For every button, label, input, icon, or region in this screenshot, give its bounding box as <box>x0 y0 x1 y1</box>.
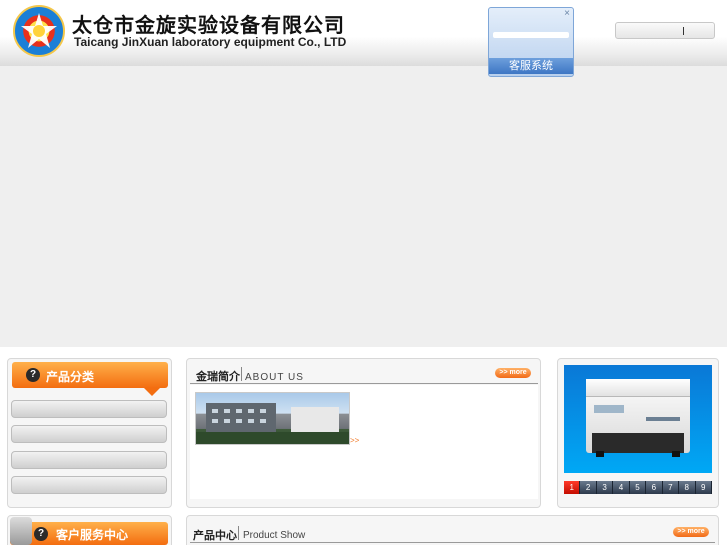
category-item[interactable] <box>11 451 167 469</box>
company-logo-icon[interactable] <box>13 5 65 57</box>
company-building-photo[interactable] <box>195 392 350 445</box>
service-title: 客户服务中心 <box>56 528 129 542</box>
pager-item[interactable]: 5 <box>629 481 647 494</box>
pager-item[interactable]: 3 <box>596 481 614 494</box>
service-header[interactable]: ? 客户服务中心 <box>10 517 168 545</box>
products-title-cn: 产品中心 <box>193 529 237 542</box>
customer-service-widget[interactable]: × 客服系统 <box>488 7 574 77</box>
category-header: ? 产品分类 <box>12 362 168 396</box>
about-more-button[interactable]: >> more <box>495 368 531 378</box>
phone-icon <box>10 517 32 545</box>
about-title-en: ABOUT US <box>245 372 304 383</box>
products-title-en: Product Show <box>243 530 306 541</box>
pager-item[interactable]: 8 <box>679 481 696 494</box>
category-item[interactable] <box>11 476 167 494</box>
building-shape <box>206 403 276 433</box>
pager-item[interactable]: 1 <box>564 481 581 494</box>
company-name-cn: 太仓市金旋实验设备有限公司 <box>72 13 345 37</box>
about-title-cn: 金瑞简介 <box>196 370 240 383</box>
title-underline <box>190 542 715 543</box>
site-header: 太仓市金旋实验设备有限公司 Taicang JinXuan laboratory… <box>0 0 727 66</box>
category-panel: ? 产品分类 <box>7 358 172 508</box>
customer-service-label[interactable]: 客服系统 <box>489 58 573 74</box>
pager-item[interactable]: 9 <box>695 481 712 494</box>
pager-item[interactable]: 6 <box>646 481 663 494</box>
title-underline <box>190 383 538 384</box>
pager-item[interactable]: 2 <box>580 481 597 494</box>
slide-pager: 1 2 3 4 5 6 7 8 9 <box>564 481 712 494</box>
company-name-en: Taicang JinXuan laboratory equipment Co.… <box>74 35 347 49</box>
close-icon[interactable]: × <box>564 9 570 19</box>
double-arrow-icon: >> <box>350 436 360 445</box>
trees-shape <box>196 432 349 444</box>
category-item[interactable] <box>11 400 167 418</box>
product-photo[interactable] <box>564 365 712 473</box>
pager-item[interactable]: 7 <box>662 481 680 494</box>
question-icon: ? <box>26 368 40 382</box>
building-shape <box>291 407 339 433</box>
customer-service-bar <box>493 32 569 38</box>
pager-item[interactable]: 4 <box>613 481 630 494</box>
title-divider <box>238 526 239 540</box>
title-divider <box>241 367 242 381</box>
category-title: 产品分类 <box>46 370 95 384</box>
search-input[interactable] <box>615 22 715 39</box>
banner-area <box>0 66 727 347</box>
text-cursor <box>683 27 684 35</box>
category-item[interactable] <box>11 425 167 443</box>
products-more-button[interactable]: >> more <box>673 527 709 537</box>
question-icon: ? <box>34 527 48 541</box>
lab-shaker-machine <box>586 379 690 457</box>
